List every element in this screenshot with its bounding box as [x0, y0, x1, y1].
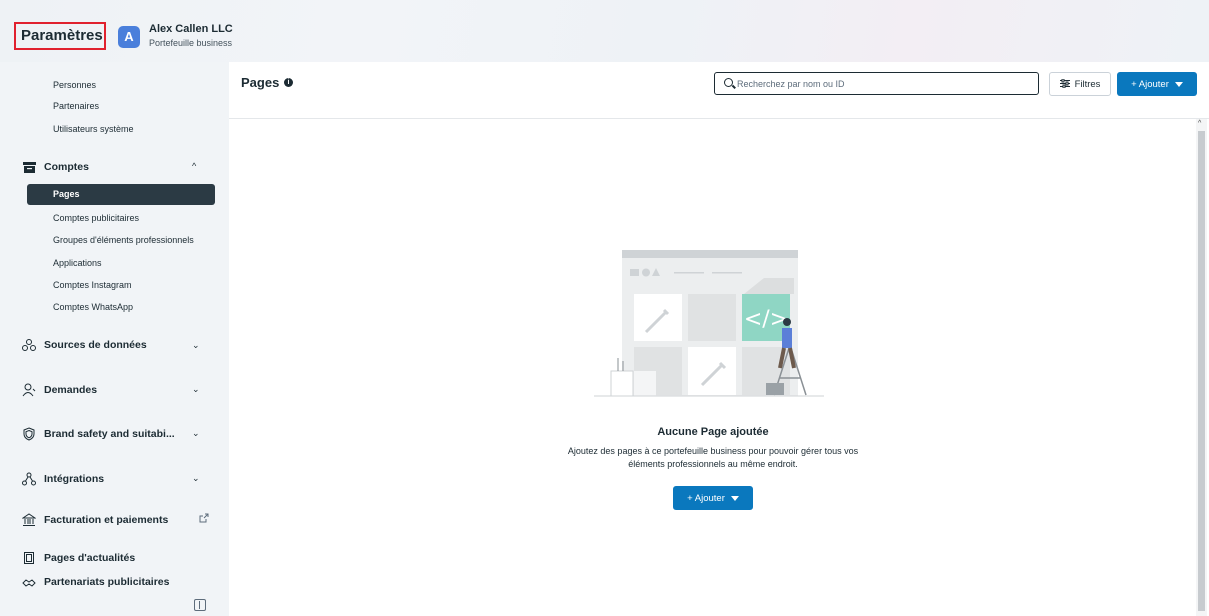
sidebar-section-pages-actualites[interactable]: Pages d'actualités — [22, 549, 135, 567]
caret-down-icon — [1174, 81, 1183, 87]
empty-state-title: Aucune Page ajoutée — [657, 426, 769, 438]
add-button[interactable]: + Ajouter — [1117, 72, 1197, 96]
sidebar-section-partenariats[interactable]: Partenariats publicitaires — [22, 576, 169, 592]
shield-icon — [22, 427, 36, 441]
sidebar-section-label: Comptes — [44, 161, 89, 173]
sidebar-section-demandes[interactable]: Demandes — [22, 381, 97, 399]
empty-state-add-button[interactable]: + Ajouter — [673, 486, 753, 510]
sidebar-item-groupes-elements[interactable]: Groupes d'éléments professionnels — [53, 235, 194, 245]
sidebar-section-label: Facturation et paiements — [44, 514, 169, 526]
sidebar-item-utilisateurs-systeme[interactable]: Utilisateurs système — [53, 124, 134, 134]
chevron-down-icon[interactable]: ⌄ — [192, 428, 200, 439]
page-title: Paramètres — [14, 22, 106, 50]
sidebar-section-label: Demandes — [44, 384, 98, 396]
people-request-icon — [22, 383, 36, 397]
add-label: + Ajouter — [1131, 78, 1169, 90]
folder-icon — [22, 160, 36, 174]
chevron-down-icon[interactable]: ⌄ — [192, 384, 200, 395]
sidebar-item-personnes[interactable]: Personnes — [53, 80, 96, 90]
filters-label: Filtres — [1074, 78, 1101, 90]
collapse-sidebar-icon[interactable] — [194, 599, 206, 611]
sidebar-section-label: Pages d'actualités — [44, 552, 136, 564]
scrollbar[interactable]: ^ — [1196, 119, 1207, 616]
sidebar-section-comptes[interactable]: Comptes — [22, 158, 89, 176]
sidebar-section-sources-de-donnees[interactable]: Sources de données — [22, 336, 147, 354]
search-icon — [724, 78, 733, 87]
data-sources-icon — [22, 338, 36, 352]
sidebar: Personnes Partenaires Utilisateurs systè… — [0, 62, 229, 616]
filters-button[interactable]: Filtres — [1049, 72, 1111, 96]
sidebar-item-partenaires[interactable]: Partenaires — [53, 101, 99, 111]
scrollbar-thumb[interactable] — [1198, 131, 1205, 611]
section-title: Pages — [241, 75, 280, 90]
main-panel: Pages i Filtres + Ajouter ^ — [229, 62, 1209, 616]
chevron-down-icon[interactable]: ⌄ — [192, 340, 200, 351]
sidebar-item-comptes-instagram[interactable]: Comptes Instagram — [53, 280, 132, 290]
svg-text:</>: </> — [744, 307, 788, 332]
chevron-up-icon[interactable]: ^ — [192, 161, 196, 171]
handshake-icon — [22, 576, 36, 590]
bank-icon — [22, 513, 36, 527]
chevron-down-icon[interactable]: ⌄ — [192, 473, 200, 484]
sidebar-item-pages[interactable]: Pages — [27, 184, 215, 205]
sidebar-section-label: Brand safety and suitabi... — [44, 428, 175, 440]
sidebar-section-brand-safety[interactable]: Brand safety and suitabi... — [22, 425, 175, 443]
external-link-icon[interactable] — [199, 513, 209, 525]
caret-down-icon — [730, 495, 739, 501]
sidebar-section-label: Intégrations — [44, 473, 105, 485]
sidebar-section-label: Partenariats publicitaires — [44, 576, 170, 588]
integrations-icon — [22, 472, 36, 486]
main-header: Pages i Filtres + Ajouter — [229, 62, 1209, 119]
sidebar-item-comptes-publicitaires[interactable]: Comptes publicitaires — [53, 213, 139, 223]
business-avatar[interactable]: A — [118, 26, 140, 48]
search-box[interactable] — [714, 72, 1039, 95]
search-input[interactable] — [737, 76, 1027, 91]
sidebar-section-label: Sources de données — [44, 339, 147, 351]
document-icon — [22, 551, 36, 565]
sliders-icon — [1059, 78, 1070, 90]
sidebar-item-comptes-whatsapp[interactable]: Comptes WhatsApp — [53, 302, 133, 312]
sidebar-section-integrations[interactable]: Intégrations — [22, 470, 104, 488]
empty-add-label: + Ajouter — [687, 492, 725, 504]
sidebar-section-facturation[interactable]: Facturation et paiements — [22, 511, 168, 529]
business-name[interactable]: Alex Callen LLC — [149, 23, 233, 35]
empty-state-illustration: </> — [594, 250, 824, 397]
business-type: Portefeuille business — [149, 38, 233, 48]
sidebar-item-applications[interactable]: Applications — [53, 258, 102, 268]
scroll-up-arrow-icon[interactable]: ^ — [1198, 120, 1201, 127]
empty-state-description: Ajoutez des pages à ce portefeuille busi… — [567, 446, 859, 469]
info-icon[interactable]: i — [284, 78, 293, 87]
top-bar: Paramètres A Alex Callen LLC Portefeuill… — [0, 0, 1209, 62]
